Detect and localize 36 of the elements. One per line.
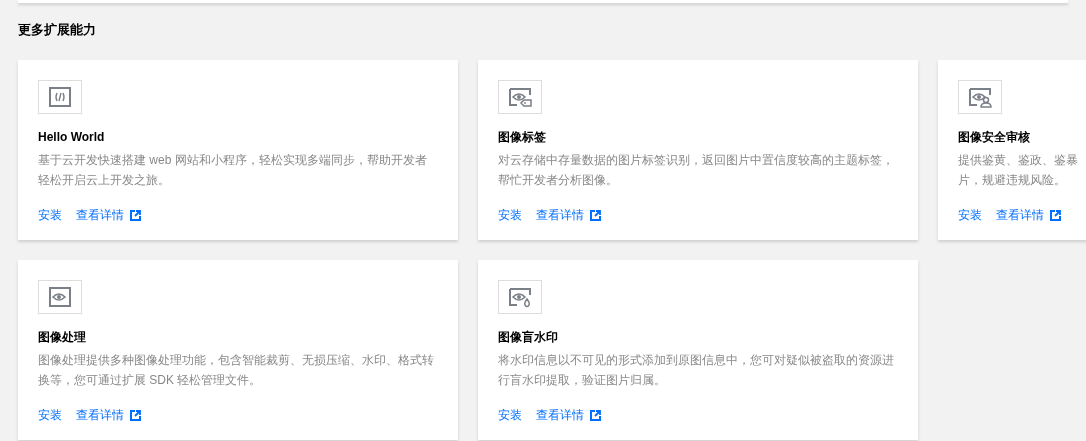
external-link-icon xyxy=(130,210,141,221)
card-description: 帮忙开发者分析图像。 xyxy=(498,172,619,189)
external-link-icon xyxy=(590,410,601,421)
card-description: 片，规避违规风险。 xyxy=(958,172,1067,189)
external-link-icon xyxy=(1050,210,1061,221)
install-link[interactable]: 安装 xyxy=(958,207,982,224)
card-description: 将水印信息以不可见的形式添加到原图信息中，您可对疑似被盗取的资源进 xyxy=(498,352,895,369)
details-link[interactable]: 查看详情 xyxy=(76,207,141,224)
card-description: 换等，您可通过扩展 SDK 轻松管理文件。 xyxy=(38,372,263,389)
card-description: 行盲水印提取，验证图片归属。 xyxy=(498,372,667,389)
install-link[interactable]: 安装 xyxy=(38,207,62,224)
card-description: 图像处理提供多种图像处理功能，包含智能裁剪、无损压缩、水印、格式转 xyxy=(38,352,435,369)
card-description: 基于云开发快速搭建 web 网站和小程序，轻松实现多端同步，帮助开发者 xyxy=(38,152,428,169)
install-link[interactable]: 安装 xyxy=(498,207,522,224)
external-link-icon xyxy=(130,410,141,421)
card-title: 图像处理 xyxy=(38,329,87,346)
image-icon xyxy=(46,85,74,109)
card-title: 图像安全审核 xyxy=(958,129,1031,146)
external-link-icon xyxy=(590,210,601,221)
image-icon xyxy=(46,285,74,309)
card-description: 轻松开启云上开发之旅。 xyxy=(38,172,171,189)
card-description: 提供鉴黄、鉴政、鉴暴 xyxy=(958,152,1079,169)
details-link[interactable]: 查看详情 xyxy=(536,407,601,424)
install-link[interactable]: 安装 xyxy=(38,407,62,424)
details-link[interactable]: 查看详情 xyxy=(996,207,1061,224)
image-icon xyxy=(966,85,994,109)
card-description: 对云存储中存量数据的图片标签识别，返回图片中置信度较高的主题标签， xyxy=(498,152,895,169)
section-title: 更多扩展能力 xyxy=(18,21,97,39)
card-title: 图像盲水印 xyxy=(498,329,559,346)
image-icon xyxy=(506,285,534,309)
card-title: Hello World xyxy=(38,129,106,146)
details-link[interactable]: 查看详情 xyxy=(76,407,141,424)
details-link[interactable]: 查看详情 xyxy=(536,207,601,224)
install-link[interactable]: 安装 xyxy=(498,407,522,424)
image-icon xyxy=(506,85,534,109)
card-title: 图像标签 xyxy=(498,129,547,146)
